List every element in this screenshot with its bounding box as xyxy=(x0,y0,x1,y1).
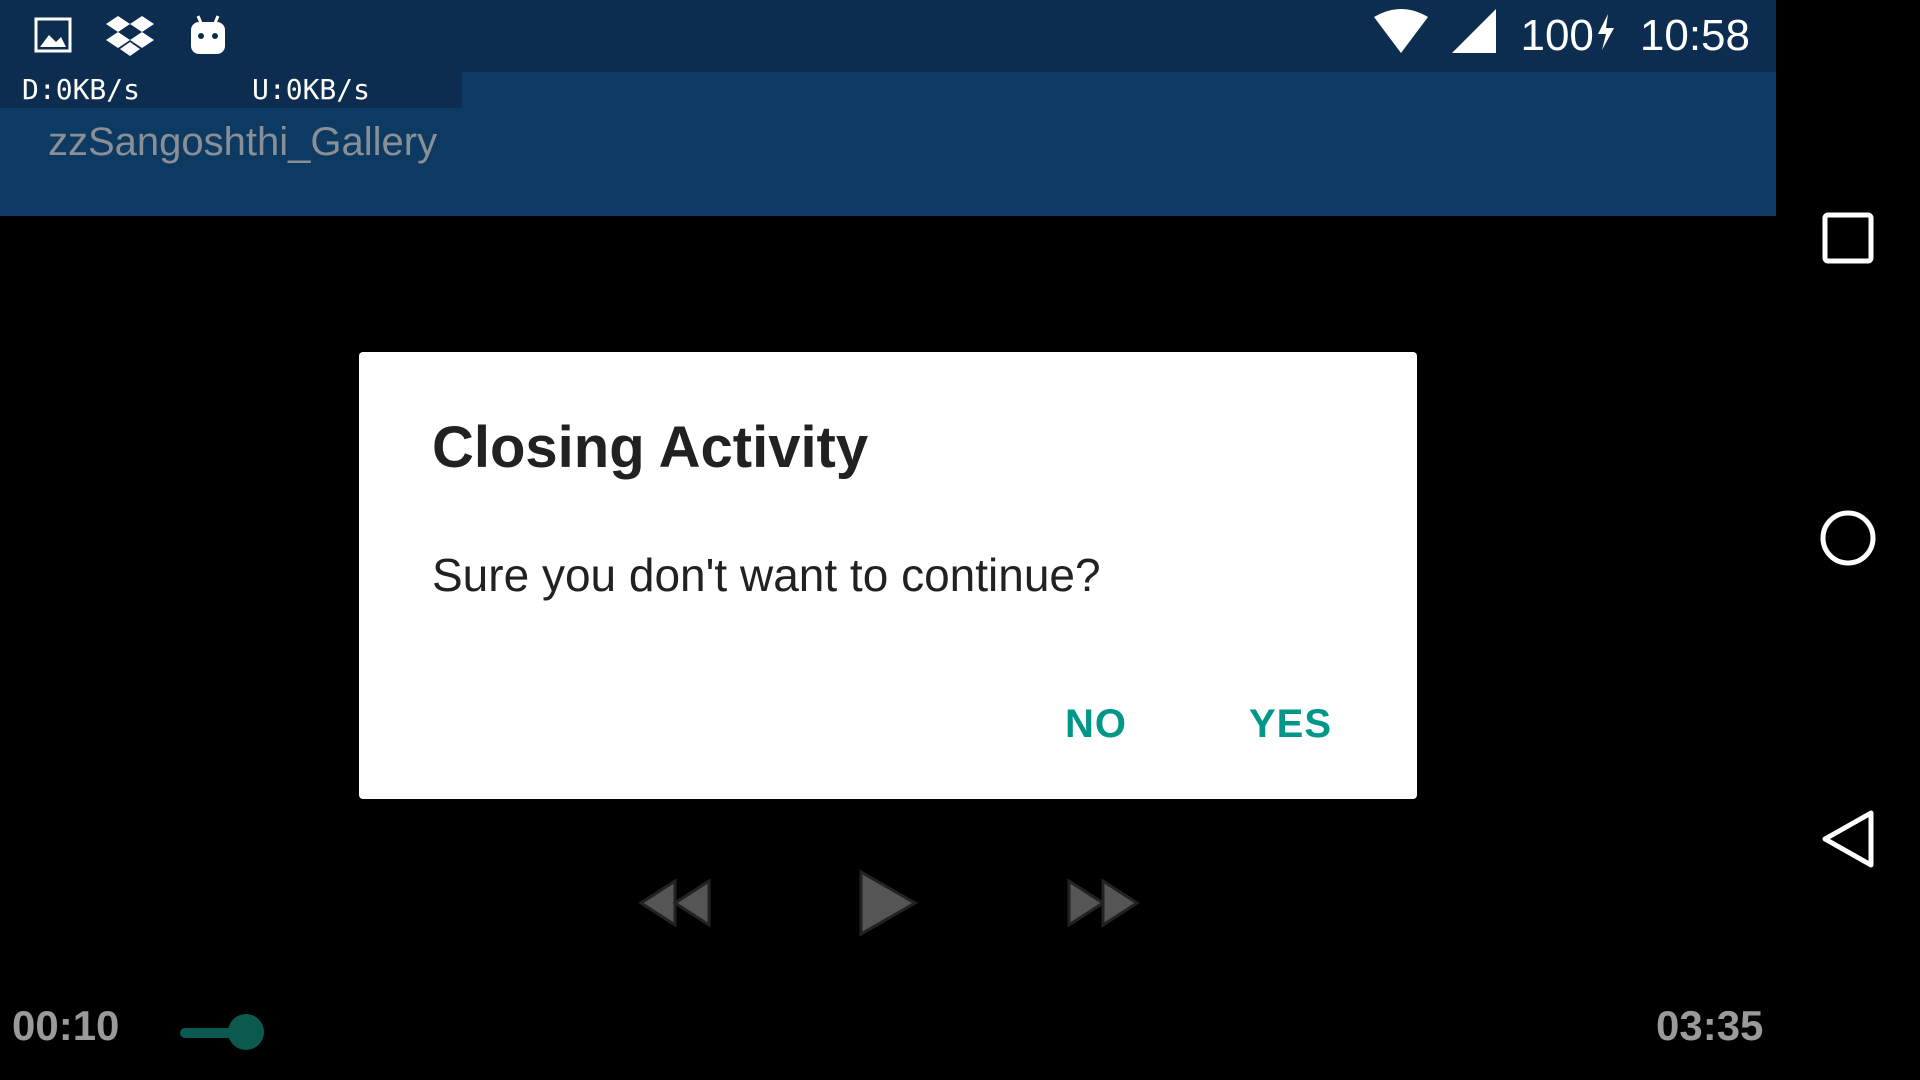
navigation-bar xyxy=(1776,0,1920,1080)
app-title: zzSangoshthi_Gallery xyxy=(48,120,438,164)
play-icon xyxy=(855,868,919,943)
app-bar: D:0KB/s U:0KB/s zzSangoshthi_Gallery xyxy=(0,72,1776,216)
yes-button[interactable]: YES xyxy=(1237,692,1344,757)
notification-icons xyxy=(34,14,228,56)
android-icon xyxy=(188,14,228,56)
fast-forward-button[interactable] xyxy=(1058,860,1148,950)
dropbox-icon xyxy=(106,14,154,56)
recents-button[interactable] xyxy=(1776,210,1920,270)
rewind-icon xyxy=(637,875,713,936)
status-indicators: 100 10:58 xyxy=(1374,0,1750,72)
download-speed: D:0KB/s xyxy=(22,73,141,106)
recents-icon xyxy=(1822,212,1874,269)
battery-indicator: 100 xyxy=(1520,11,1615,61)
cell-signal-icon xyxy=(1452,8,1497,64)
charging-icon xyxy=(1596,11,1616,61)
network-speed-overlay: D:0KB/s U:0KB/s xyxy=(0,72,462,108)
fast-forward-icon xyxy=(1065,875,1141,936)
current-time: 00:10 xyxy=(12,1002,120,1049)
gallery-icon xyxy=(34,17,72,53)
upload-speed: U:0KB/s xyxy=(252,73,371,106)
rewind-button[interactable] xyxy=(630,860,720,950)
play-button[interactable] xyxy=(842,860,932,950)
dialog-message: Sure you don't want to continue? xyxy=(432,549,1101,601)
home-button[interactable] xyxy=(1776,508,1920,572)
battery-level: 100 xyxy=(1520,11,1594,60)
back-icon xyxy=(1821,809,1875,874)
total-time: 03:35 xyxy=(1656,1002,1764,1049)
status-bar: 100 10:58 xyxy=(0,0,1776,72)
playback-controls xyxy=(0,860,1776,950)
seek-bar-thumb[interactable] xyxy=(228,1014,264,1050)
closing-activity-dialog: Closing Activity Sure you don't want to … xyxy=(359,352,1417,799)
no-button[interactable]: NO xyxy=(1053,692,1139,757)
dialog-title: Closing Activity xyxy=(432,415,869,480)
home-icon xyxy=(1819,509,1877,572)
back-button[interactable] xyxy=(1776,810,1920,872)
clock: 10:58 xyxy=(1639,11,1750,60)
wifi-icon xyxy=(1374,8,1429,64)
